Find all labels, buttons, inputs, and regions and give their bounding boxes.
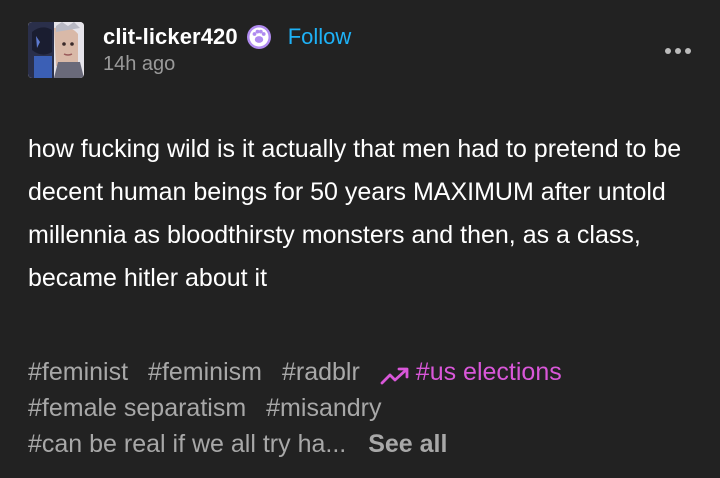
avatar-image	[28, 22, 84, 78]
tag-us-elections[interactable]: #us elections	[416, 354, 562, 390]
avatar[interactable]	[28, 22, 84, 78]
follow-button[interactable]: Follow	[288, 24, 352, 50]
trending-up-icon	[380, 361, 410, 385]
tag-feminism[interactable]: #feminism	[148, 354, 262, 390]
tag-line-2: #female separatism #misandry	[28, 390, 698, 426]
post-body: how fucking wild is it actually that men…	[28, 135, 682, 292]
tag-female-separatism[interactable]: #female separatism	[28, 390, 246, 426]
tag-list: #feminist #feminism #radblr #us election…	[28, 354, 698, 462]
tag-truncated[interactable]: #can be real if we all try ha...	[28, 426, 346, 462]
name-row: clit-licker420 Follow	[103, 22, 351, 52]
post-meta: clit-licker420 Follow 14h ago	[103, 22, 351, 76]
tag-radblr[interactable]: #radblr	[282, 354, 360, 390]
post-timestamp: 14h ago	[103, 53, 176, 75]
more-dots-icon[interactable]	[664, 38, 692, 62]
post-card: clit-licker420 Follow 14h ago how fuckin…	[0, 0, 720, 478]
see-all-button[interactable]: See all	[368, 426, 447, 462]
username[interactable]: clit-licker420	[103, 24, 238, 50]
tag-line-1: #feminist #feminism #radblr #us election…	[28, 354, 698, 390]
post-header: clit-licker420 Follow 14h ago	[28, 22, 351, 80]
paw-icon[interactable]	[246, 24, 272, 50]
tag-feminist[interactable]: #feminist	[28, 354, 128, 390]
tag-line-3: #can be real if we all try ha... See all	[28, 426, 698, 462]
tag-misandry[interactable]: #misandry	[266, 390, 381, 426]
